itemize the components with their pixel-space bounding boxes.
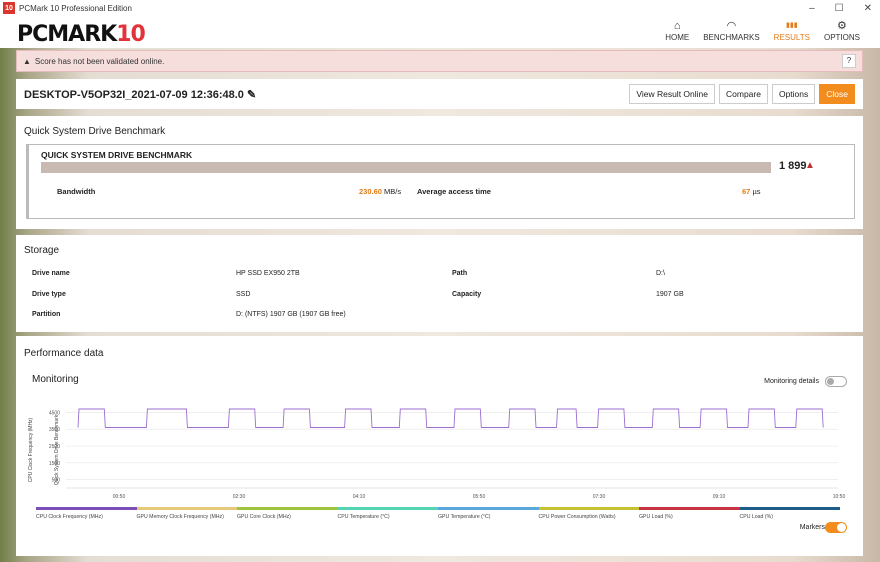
markers-toggle[interactable] xyxy=(825,522,847,533)
section-title: Storage xyxy=(24,245,60,256)
y-axis-label-benchmark: Quick System Drive Benchmark xyxy=(54,414,60,485)
section-title: Quick System Drive Benchmark xyxy=(24,126,166,137)
app-icon: 10 xyxy=(3,2,15,14)
qsd-label: QUICK SYSTEM DRIVE BENCHMARK xyxy=(41,150,193,160)
legend-swatch xyxy=(639,507,740,510)
x-tick-label: 00:50 xyxy=(113,494,126,500)
markers-label: Markers xyxy=(799,524,825,531)
drive-name-label: Drive name xyxy=(32,270,70,277)
legend-swatch xyxy=(739,507,840,510)
partition-value: D: (NTFS) 1907 GB (1907 GB free) xyxy=(236,311,346,318)
result-header: DESKTOP-V5OP32I_2021-07-09 12:36:48.0 ✎ … xyxy=(16,79,863,109)
x-tick-label: 04:10 xyxy=(353,494,366,500)
bandwidth-label: Bandwidth xyxy=(57,187,96,196)
options-button[interactable]: Options xyxy=(771,84,816,104)
compare-button[interactable]: Compare xyxy=(719,84,768,104)
x-tick-label: 09:10 xyxy=(713,494,726,500)
nav-options[interactable]: ⚙ OPTIONS xyxy=(824,19,860,42)
performance-panel: Performance data Monitoring Monitoring d… xyxy=(16,336,863,556)
score-value: 1 899 xyxy=(779,160,807,172)
legend-label: GPU Core Clock (MHz) xyxy=(237,514,291,520)
x-tick-label: 07:30 xyxy=(593,494,606,500)
capacity-label: Capacity xyxy=(452,291,482,298)
result-name: DESKTOP-V5OP32I_2021-07-09 12:36:48.0 ✎ xyxy=(24,89,257,101)
legend-label: CPU Clock Frequency (MHz) xyxy=(36,514,103,520)
storage-panel: Storage Drive name HP SSD EX950 2TB Path… xyxy=(16,235,863,332)
warning-icon: ▲ xyxy=(805,160,815,171)
legend-swatch xyxy=(337,507,438,510)
app-header: PCMARK10 ⌂ HOME ◠ BENCHMARKS ▮▮▮ RESULTS ⚙ O… xyxy=(0,16,880,48)
partition-label: Partition xyxy=(32,311,61,318)
y-axis-label: CPU Clock Frequency (MHz) xyxy=(28,417,34,482)
nav-home[interactable]: ⌂ HOME xyxy=(665,19,689,42)
legend-swatch xyxy=(538,507,639,510)
validation-alert: ▲ Score has not been validated online. ? xyxy=(16,50,863,72)
legend-label: CPU Temperature (°C) xyxy=(337,514,390,520)
legend-item[interactable]: CPU Load (%) xyxy=(739,507,840,520)
help-button[interactable]: ? xyxy=(842,54,856,68)
nav-results[interactable]: ▮▮▮ RESULTS xyxy=(774,19,810,42)
gauge-icon: ◠ xyxy=(726,20,737,32)
monitoring-details-label: Monitoring details xyxy=(764,378,819,385)
minimize-icon[interactable]: – xyxy=(809,3,815,14)
legend-swatch xyxy=(438,507,539,510)
qsd-box: QUICK SYSTEM DRIVE BENCHMARK 1 899 ▲ Ban… xyxy=(26,144,855,219)
legend-item[interactable]: CPU Temperature (°C) xyxy=(337,507,438,520)
logo: PCMARK10 xyxy=(17,22,146,47)
close-icon[interactable]: ✕ xyxy=(864,3,872,14)
alert-text: Score has not been validated online. xyxy=(34,56,165,66)
nav-benchmarks[interactable]: ◠ BENCHMARKS xyxy=(703,19,759,42)
legend-label: CPU Power Consumption (Watts) xyxy=(538,514,616,520)
legend-item[interactable]: CPU Clock Frequency (MHz) xyxy=(36,507,137,520)
legend-swatch xyxy=(136,507,237,510)
view-result-online-button[interactable]: View Result Online xyxy=(629,84,715,104)
drive-type-value: SSD xyxy=(236,291,251,298)
chart-legend: CPU Clock Frequency (MHz) GPU Memory Cloc… xyxy=(36,507,840,520)
monitoring-title: Monitoring xyxy=(32,374,79,385)
x-tick-label: 10:50 xyxy=(833,494,846,500)
legend-item[interactable]: GPU Temperature (°C) xyxy=(438,507,539,520)
legend-label: CPU Load (%) xyxy=(739,514,773,520)
window-title: PCMark 10 Professional Edition xyxy=(19,3,132,13)
legend-item[interactable]: GPU Core Clock (MHz) xyxy=(237,507,338,520)
drive-name-value: HP SSD EX950 2TB xyxy=(236,270,300,277)
warning-icon: ▲ xyxy=(23,56,31,66)
gear-icon: ⚙ xyxy=(837,20,847,32)
legend-label: GPU Memory Clock Frequency (MHz) xyxy=(136,514,224,520)
section-title: Performance data xyxy=(24,348,104,359)
monitoring-chart: 5001500250035004500CPU Clock Frequency (… xyxy=(28,408,846,500)
legend-label: GPU Temperature (°C) xyxy=(438,514,491,520)
path-value: D:\ xyxy=(656,270,665,277)
monitoring-details-toggle[interactable] xyxy=(825,376,847,387)
main-nav: ⌂ HOME ◠ BENCHMARKS ▮▮▮ RESULTS ⚙ OPTIONS xyxy=(665,19,860,42)
title-bar: 10 PCMark 10 Professional Edition – ☐ ✕ xyxy=(0,0,880,16)
drive-type-label: Drive type xyxy=(32,291,66,298)
legend-label: GPU Load (%) xyxy=(639,514,673,520)
cpu-clock-series-line xyxy=(77,408,824,428)
maximize-icon[interactable]: ☐ xyxy=(835,3,844,14)
bandwidth-value: 230.60 MB/s xyxy=(359,187,402,196)
edit-icon[interactable]: ✎ xyxy=(247,89,256,101)
access-time-label: Average access time xyxy=(417,187,491,196)
capacity-value: 1907 GB xyxy=(656,291,684,298)
home-icon: ⌂ xyxy=(673,20,681,32)
legend-item[interactable]: GPU Memory Clock Frequency (MHz) xyxy=(136,507,237,520)
bar-chart-icon: ▮▮▮ xyxy=(786,22,798,29)
legend-swatch xyxy=(36,507,137,510)
legend-item[interactable]: CPU Power Consumption (Watts) xyxy=(538,507,639,520)
legend-item[interactable]: GPU Load (%) xyxy=(639,507,740,520)
x-tick-label: 05:50 xyxy=(473,494,486,500)
legend-swatch xyxy=(237,507,338,510)
x-tick-label: 02:30 xyxy=(233,494,246,500)
access-time-value: 67 µs xyxy=(742,187,761,196)
path-label: Path xyxy=(452,270,468,277)
score-bar xyxy=(41,162,771,173)
qsd-panel: Quick System Drive Benchmark QUICK SYSTE… xyxy=(16,116,863,229)
close-button[interactable]: Close xyxy=(819,84,855,104)
